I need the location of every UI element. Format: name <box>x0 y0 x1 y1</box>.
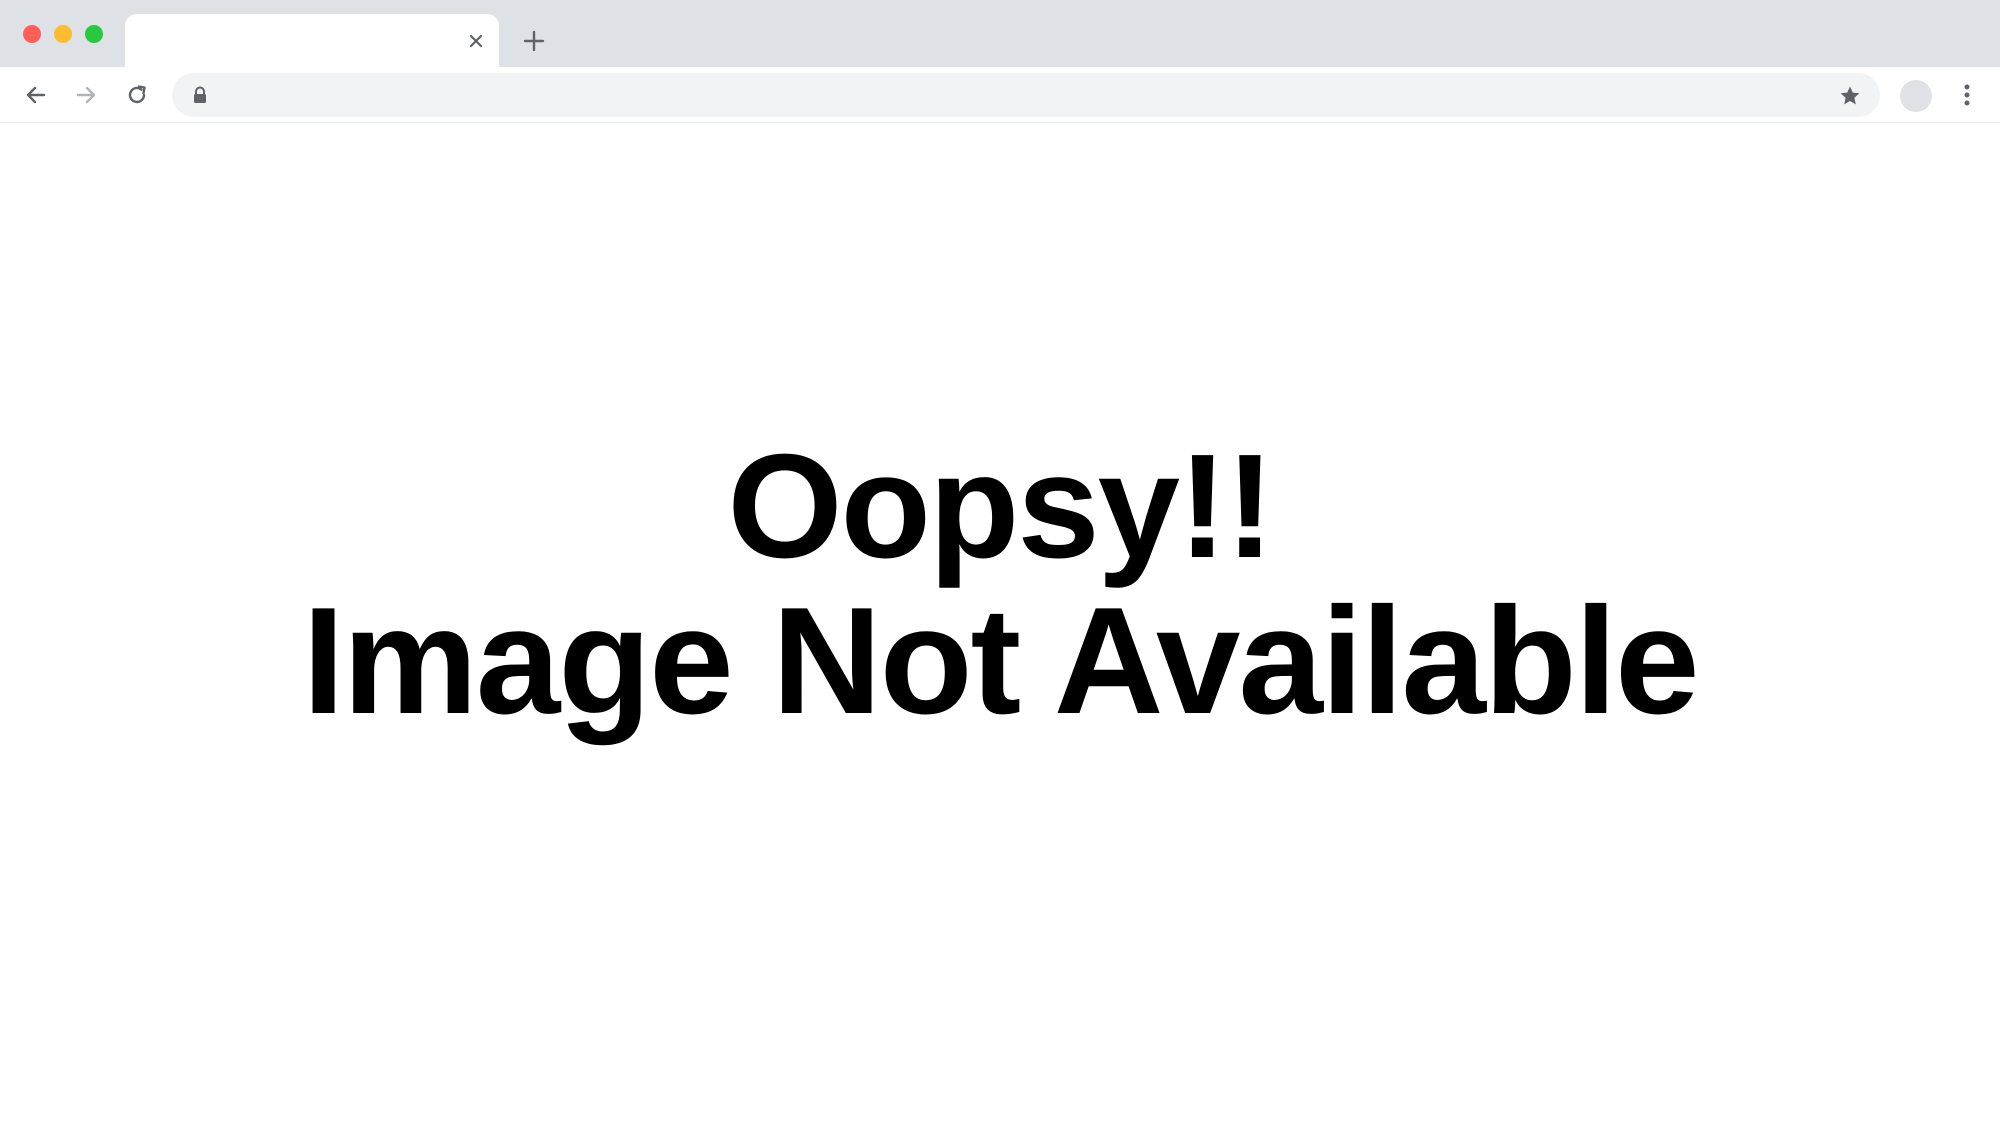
more-vertical-icon[interactable] <box>1956 80 1978 110</box>
plus-icon[interactable] <box>520 27 548 55</box>
star-icon[interactable] <box>1838 84 1862 108</box>
tab-strip <box>0 0 2000 67</box>
window-close-button[interactable] <box>23 25 41 43</box>
reload-icon[interactable] <box>121 79 153 111</box>
error-heading: Oopsy!! <box>727 424 1274 589</box>
browser-window: Oopsy!! Image Not Available <box>0 0 2000 1125</box>
address-bar[interactable] <box>172 73 1880 117</box>
tab-active[interactable] <box>125 14 499 67</box>
error-subheading: Image Not Available <box>302 576 1699 746</box>
window-maximize-button[interactable] <box>85 25 103 43</box>
lock-icon[interactable] <box>192 86 208 104</box>
error-message: Oopsy!! Image Not Available <box>0 424 2000 747</box>
page-content: Oopsy!! Image Not Available <box>0 124 2000 1125</box>
close-icon[interactable] <box>463 28 489 54</box>
arrow-left-icon[interactable] <box>20 79 52 111</box>
browser-toolbar <box>0 67 2000 123</box>
arrow-right-icon[interactable] <box>70 79 102 111</box>
profile-avatar[interactable] <box>1900 80 1932 112</box>
window-minimize-button[interactable] <box>54 25 72 43</box>
